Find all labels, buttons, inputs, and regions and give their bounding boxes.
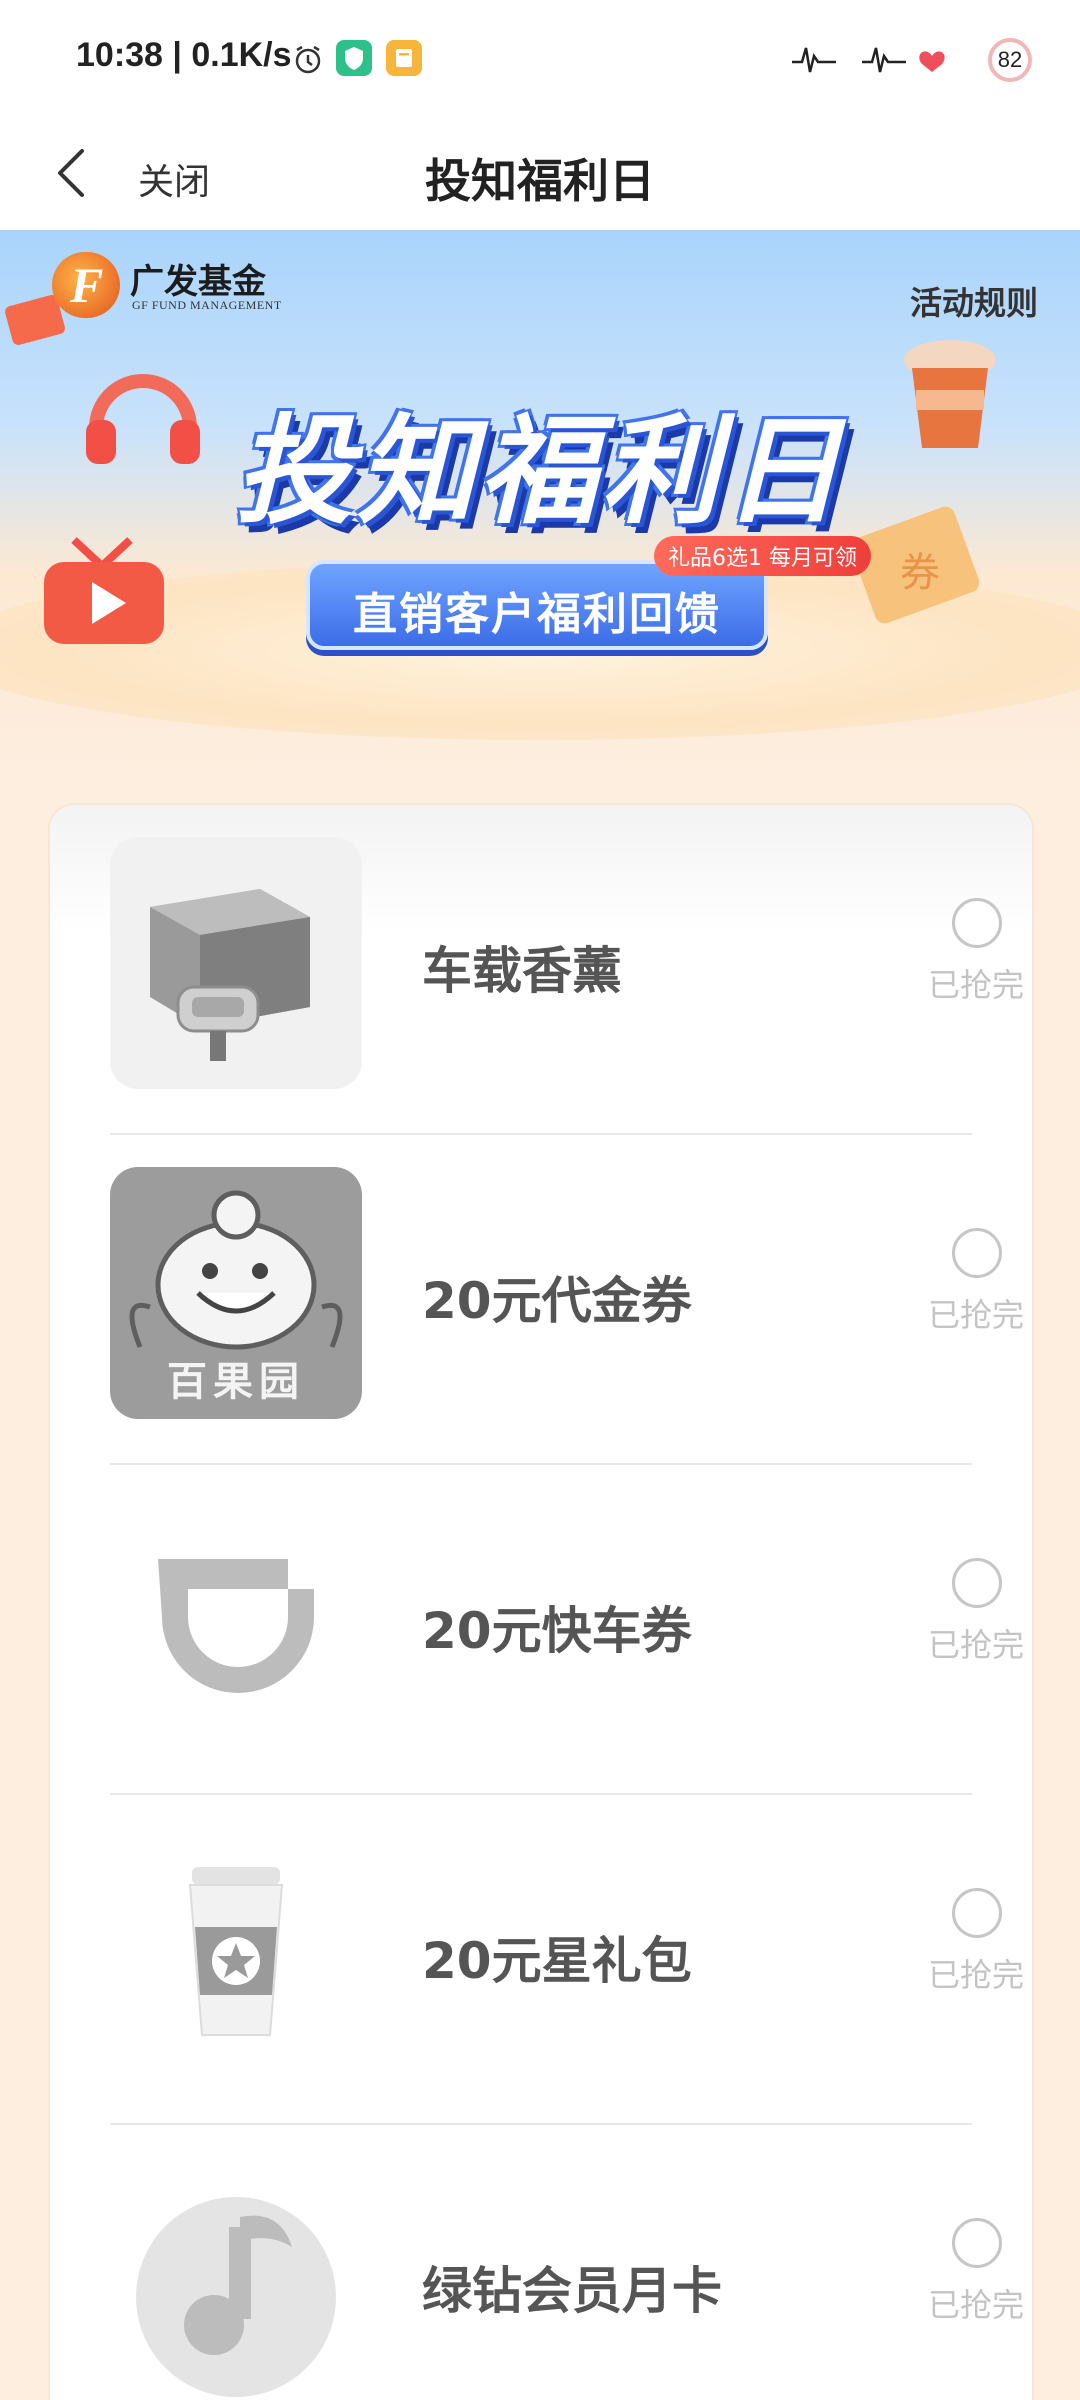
shield-app-icon (336, 40, 372, 76)
prize-radio[interactable] (952, 898, 1002, 948)
activity-rules-link[interactable]: 活动规则 (910, 278, 1038, 324)
nav-bar: 关闭 投知福利日 (0, 115, 1080, 230)
prize-name: 车载香薰 (422, 942, 622, 1000)
prize-item[interactable]: 绿钻会员月卡 已抢完 (110, 2125, 1024, 2400)
prize-radio[interactable] (952, 1228, 1002, 1278)
prize-item[interactable]: 百果园 20元代金券 已抢完 (110, 1135, 1024, 1465)
notes-app-icon (386, 40, 422, 76)
prize-radio[interactable] (952, 1888, 1002, 1938)
prize-item[interactable]: 车载香薰 已抢完 (110, 805, 1024, 1135)
svg-text:券: 券 (900, 550, 940, 596)
subtitle-text: 直销客户福利回馈 (353, 589, 721, 640)
sold-out-label: 已抢完 (928, 1296, 1025, 1334)
coffee-cup-icon (110, 1827, 362, 2079)
prize-name: 20元星礼包 (422, 1932, 692, 1990)
prize-name: 20元代金券 (422, 1272, 692, 1330)
prize-list-card: 车载香薰 已抢完 百果园 20元代金券 已抢完 20元快车券 已抢完 20元星礼… (50, 805, 1032, 2400)
battery-indicator: 82 (988, 38, 1032, 82)
hero-title: 投知福利日 (234, 402, 845, 540)
prize-item[interactable]: 20元快车券 已抢完 (110, 1465, 1024, 1795)
status-bar: 10:38 | 0.1K/s 82 (0, 0, 1080, 115)
prize-radio[interactable] (952, 1558, 1002, 1608)
didi-logo-icon (110, 1497, 362, 1749)
status-time: 10:38 | 0.1K/s (76, 36, 292, 74)
music-note-icon (110, 2157, 362, 2400)
sold-out-label: 已抢完 (928, 966, 1025, 1004)
hero-banner: 券 广发基金 GF FUND MANAGEMENT 活动规则 投知福利日 直销客… (0, 230, 1080, 790)
logo-text: 百果园 (167, 1359, 305, 1405)
sold-out-label: 已抢完 (928, 1956, 1025, 1994)
gf-logo-icon (52, 252, 120, 318)
car-diffuser-icon (110, 837, 362, 1089)
signal-icon (792, 38, 962, 83)
sold-out-label: 已抢完 (928, 2286, 1025, 2324)
prize-name: 绿钻会员月卡 (422, 2262, 722, 2320)
brand-english-name: GF FUND MANAGEMENT (132, 298, 282, 312)
prize-radio[interactable] (952, 2218, 1002, 2268)
brand-name: 广发基金 (130, 262, 266, 302)
prize-item[interactable]: 20元星礼包 已抢完 (110, 1795, 1024, 2125)
alarm-icon (292, 44, 324, 76)
baiguoyuan-logo-icon: 百果园 (110, 1167, 362, 1419)
page-title: 投知福利日 (425, 154, 655, 208)
sold-out-label: 已抢完 (928, 1626, 1025, 1664)
prize-name: 20元快车券 (422, 1602, 692, 1660)
status-right-group: 82 (792, 32, 1032, 84)
gift-tag-badge: 礼品6选1 每月可领 (654, 536, 871, 576)
